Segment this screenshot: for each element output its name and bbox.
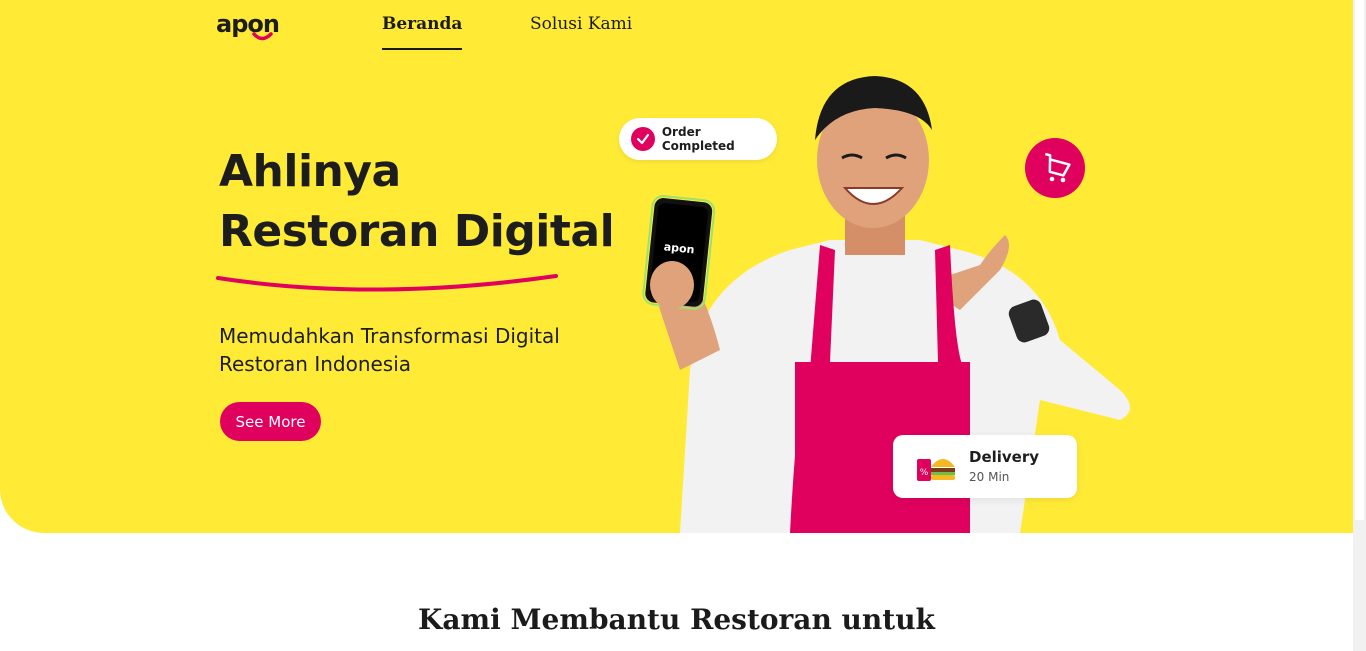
shopping-cart-icon (1025, 138, 1085, 198)
see-more-button[interactable]: See More (220, 402, 321, 441)
active-nav-underline (382, 48, 463, 50)
nav-beranda-label: Beranda (382, 14, 463, 34)
headline-swoosh (216, 274, 558, 292)
nav-beranda[interactable]: Beranda (382, 14, 463, 50)
delivery-time: 20 Min (969, 470, 1010, 484)
apon-logo[interactable]: apon (216, 12, 292, 42)
delivery-title: Delivery (969, 448, 1040, 466)
hero-subtitle: Memudahkan Transformasi Digital Restoran… (219, 324, 560, 376)
hero-headline: Ahlinya Restoran Digital (219, 142, 615, 262)
scrollbar-thumb[interactable] (1355, 0, 1364, 520)
order-completed-label: Order Completed (661, 125, 735, 153)
nav-solusi-kami[interactable]: Solusi Kami (530, 14, 632, 34)
delivery-card: % Delivery 20 Min (893, 435, 1077, 498)
headline-line-1: Ahlinya (219, 146, 401, 197)
food-delivery-icon: % (917, 459, 955, 481)
order-completed-chip: Order Completed (619, 118, 777, 160)
svg-text:%: % (920, 468, 929, 478)
hero-section: apon Beranda Solusi Kami Ahlinya Restora… (0, 0, 1353, 533)
nav-solusi-kami-label: Solusi Kami (530, 14, 633, 34)
section-title: Kami Membantu Restoran untuk (418, 603, 935, 636)
check-icon (631, 127, 655, 151)
vertical-scrollbar[interactable] (1353, 0, 1366, 651)
headline-line-2: Restoran Digital (219, 206, 615, 257)
